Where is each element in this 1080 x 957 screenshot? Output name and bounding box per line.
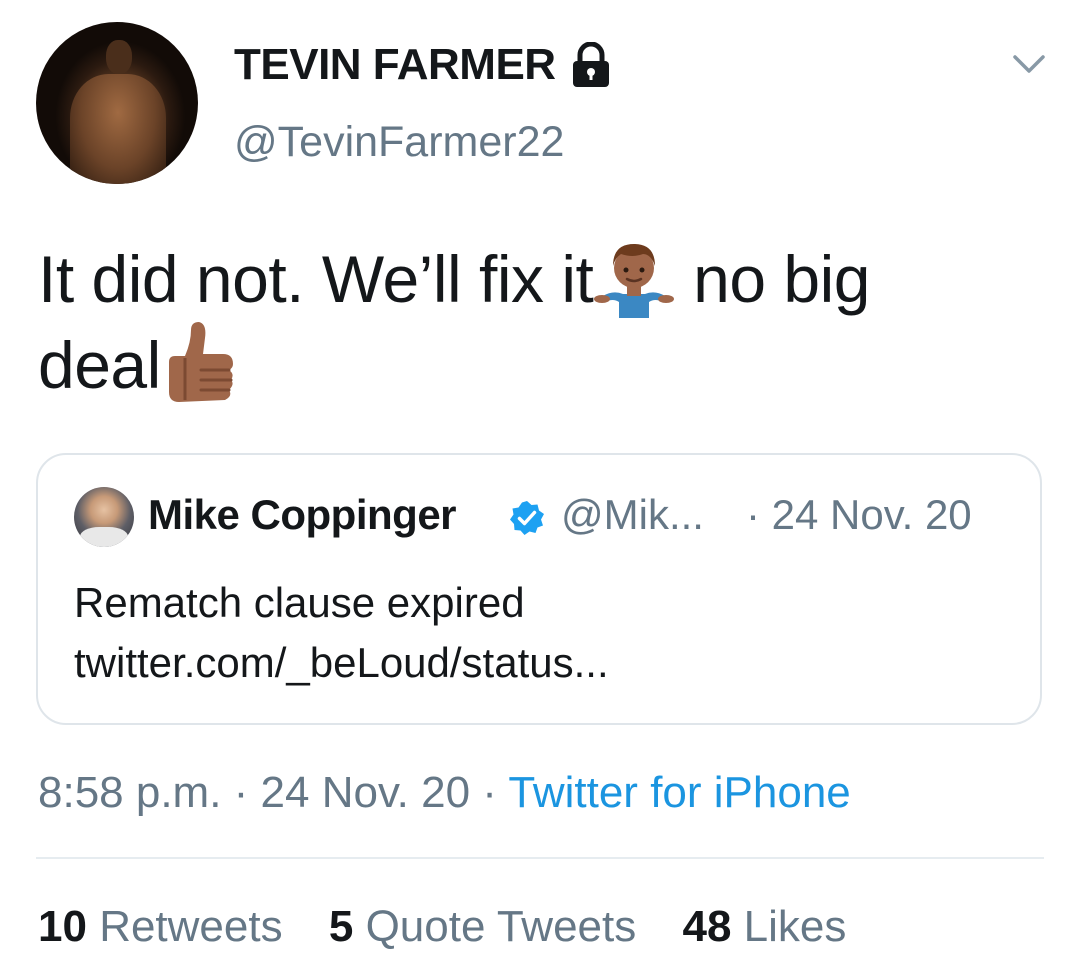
quoted-author-handle[interactable]: @Mik... (561, 491, 704, 539)
quoted-tweet-date: · 24 Nov. 20 (746, 491, 972, 538)
quoted-author-avatar[interactable] (74, 487, 134, 547)
tweet-text-part3: deal (38, 328, 161, 402)
author-name-row[interactable]: TEVIN FARMER (234, 40, 612, 90)
quote-tweets-count: 5 (328, 902, 354, 951)
likes-stat[interactable]: 48 Likes (682, 902, 846, 951)
lock-icon (572, 42, 609, 87)
quote-tweets-stat[interactable]: 5 Quote Tweets (329, 902, 636, 951)
quoted-tweet-card[interactable]: Mike Coppinger @Mik... · 24 Nov. 20 Rema… (36, 453, 1042, 725)
retweets-label: Retweets (99, 902, 283, 951)
tweet-stats: 10 Retweets 5 Quote Tweets 48 Likes (38, 902, 880, 952)
tweet-text: It did not. We’ll fix it no big deal (38, 232, 1048, 408)
likes-label: Likes (743, 902, 847, 951)
quote-tweets-label: Quote Tweets (365, 902, 637, 951)
chevron-down-icon[interactable] (1012, 52, 1046, 76)
quoted-tweet-text: Rematch clause expired twitter.com/_beLo… (74, 579, 609, 686)
tweet-text-part1: It did not. We’ll fix it (38, 242, 594, 316)
tweet-text-part2: no big (675, 242, 870, 316)
avatar-figure (70, 74, 166, 184)
divider (36, 857, 1044, 859)
quoted-author-name[interactable]: Mike Coppinger (148, 491, 457, 539)
tweet-source-link[interactable]: Twitter for iPhone (508, 768, 850, 817)
avatar-head (106, 40, 132, 74)
tweet-timestamp[interactable]: 8:58 p.m. · 24 Nov. 20 · (38, 768, 508, 817)
author-avatar[interactable] (36, 22, 198, 184)
tweet-meta: 8:58 p.m. · 24 Nov. 20 · Twitter for iPh… (38, 768, 851, 818)
avatar-shirt (80, 527, 128, 547)
likes-count: 48 (682, 902, 732, 951)
thumbs-up-emoji (168, 322, 233, 402)
author-name[interactable]: TEVIN FARMER (234, 40, 556, 90)
retweets-stat[interactable]: 10 Retweets (38, 902, 283, 951)
man-shrugging-emoji (594, 244, 675, 318)
author-handle[interactable]: @TevinFarmer22 (234, 118, 564, 167)
retweets-count: 10 (38, 902, 87, 951)
verified-badge-icon (510, 501, 544, 535)
